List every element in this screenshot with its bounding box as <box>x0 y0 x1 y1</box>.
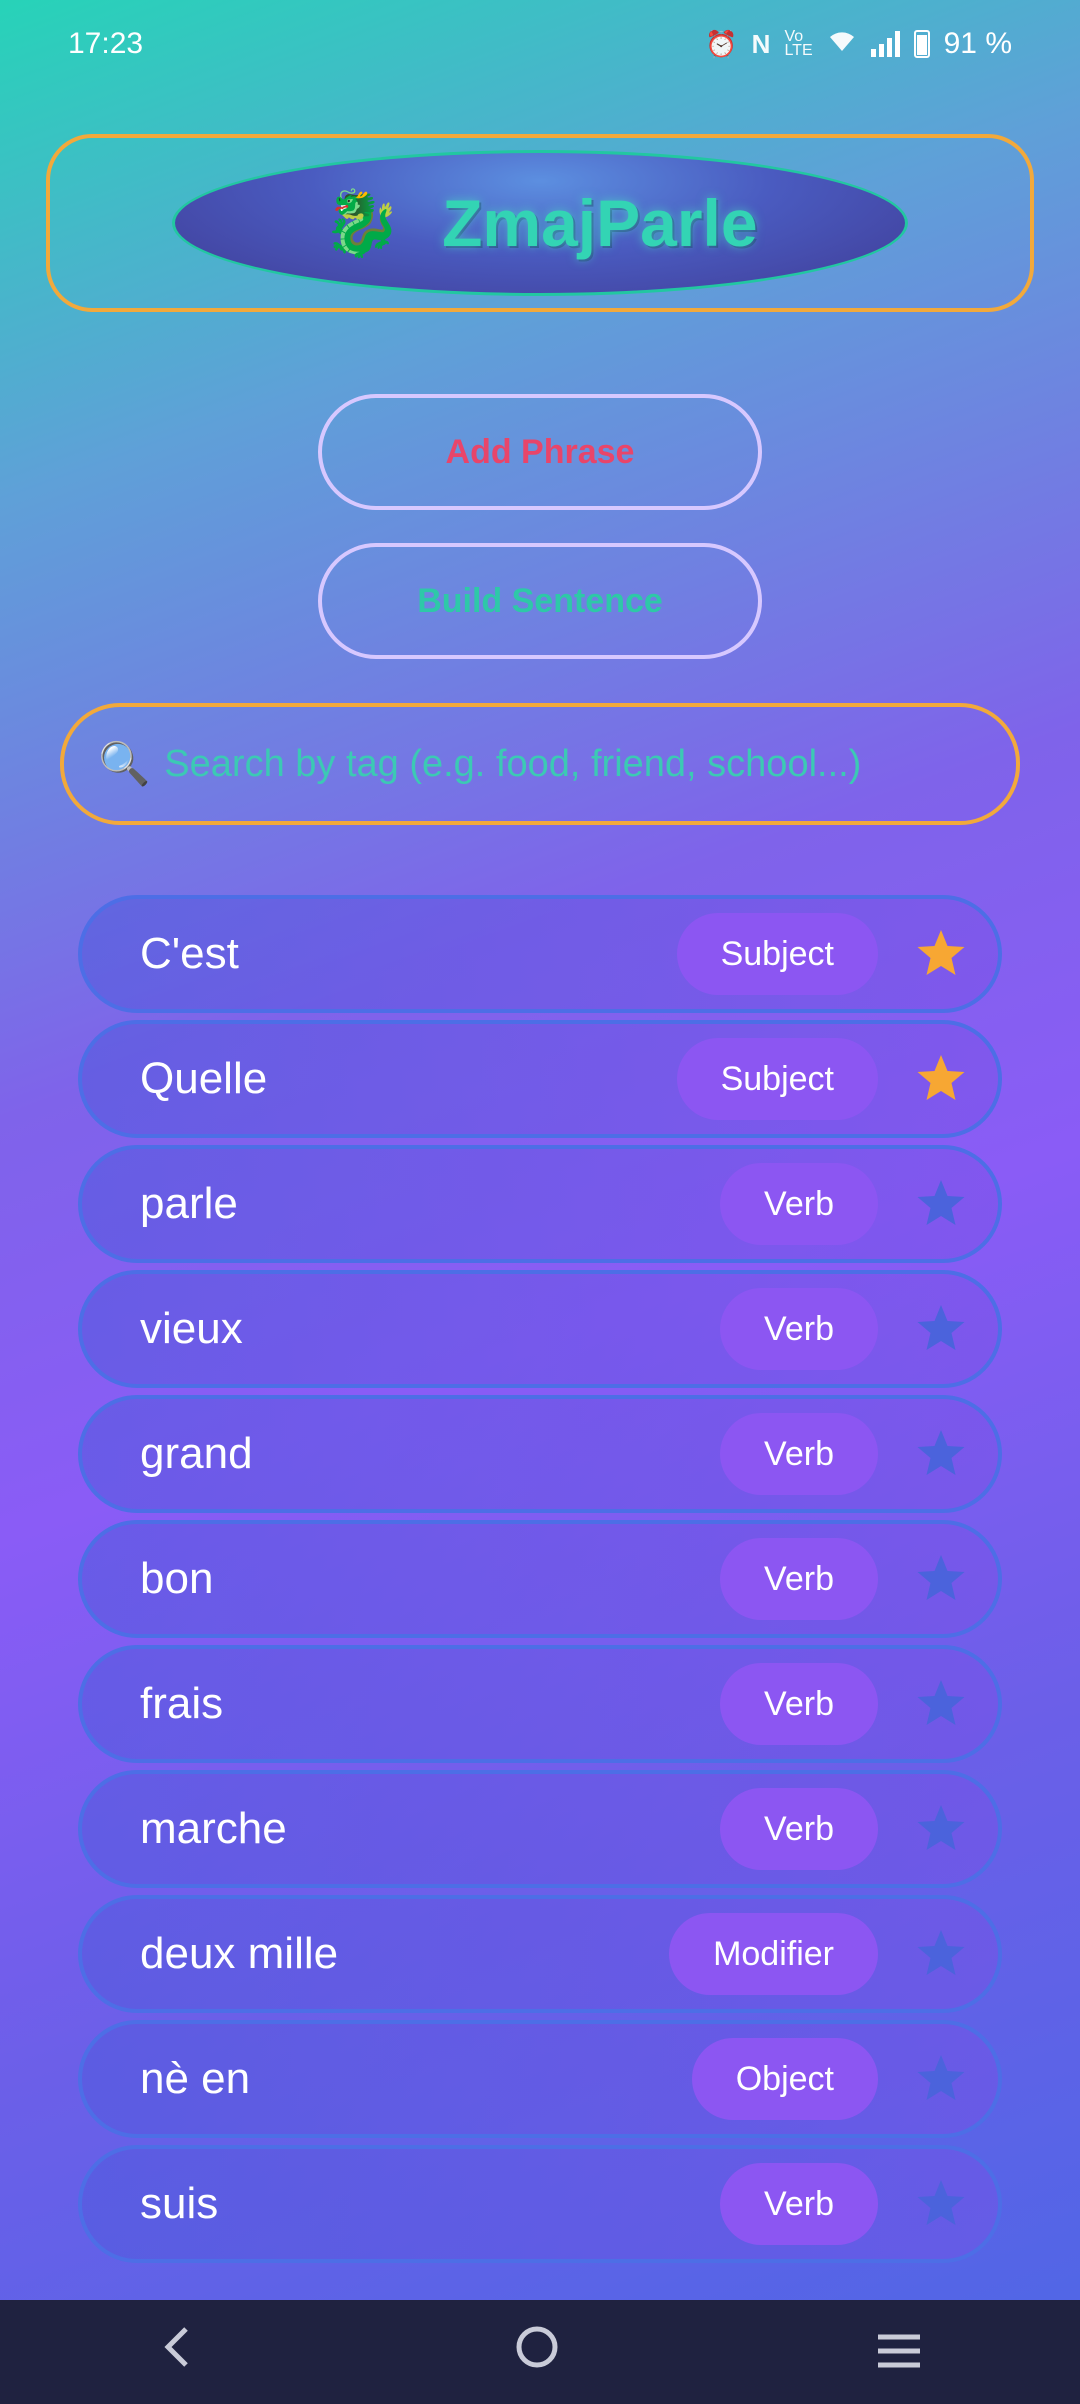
phrase-row[interactable]: grand Verb <box>78 1395 1002 1513</box>
tag-badge: Object <box>691 2038 878 2120</box>
tag-badge: Subject <box>676 1038 878 1120</box>
phrase-text: frais <box>140 1679 224 1728</box>
tag-badge: Verb <box>720 1288 878 1370</box>
favorite-star-icon[interactable] <box>914 1677 968 1731</box>
favorite-star-icon[interactable] <box>914 1302 968 1356</box>
status-icons: ⏰ N Vo LTE 91 % <box>705 27 1012 61</box>
phrase-text: marche <box>140 1804 287 1853</box>
search-icon: 🔍 <box>98 739 151 787</box>
phrase-row[interactable]: parle Verb <box>78 1145 1002 1263</box>
phrase-row[interactable]: suis Verb <box>78 2145 1002 2263</box>
phrase-text: deux mille <box>140 1929 339 1978</box>
favorite-star-icon[interactable] <box>914 2052 968 2106</box>
favorite-star-icon[interactable] <box>914 1052 968 1106</box>
status-bar: 17:23 ⏰ N Vo LTE 91 % <box>0 0 1080 88</box>
volte-icon: Vo LTE <box>784 28 813 59</box>
phrase-text: Quelle <box>140 1054 268 1103</box>
tag-badge: Verb <box>720 1663 878 1745</box>
favorite-star-icon[interactable] <box>914 2177 968 2231</box>
favorite-star-icon[interactable] <box>914 1802 968 1856</box>
tag-badge: Modifier <box>669 1913 878 1995</box>
favorite-star-icon[interactable] <box>914 1427 968 1481</box>
phrase-row[interactable]: Quelle Subject <box>78 1020 1002 1138</box>
phrase-row[interactable]: bon Verb <box>78 1520 1002 1638</box>
phrase-text: parle <box>140 1179 238 1228</box>
alarm-icon: ⏰ <box>705 28 738 59</box>
phrase-row[interactable]: C'est Subject <box>78 895 1002 1013</box>
home-icon[interactable] <box>515 2323 559 2381</box>
phrase-text: vieux <box>140 1304 243 1353</box>
tag-badge: Subject <box>676 913 878 995</box>
phrase-text: bon <box>140 1554 214 1603</box>
phrase-text: nè en <box>140 2054 251 2103</box>
app-title: ZmajParle <box>442 186 758 260</box>
logo-badge: 🐉 ZmajParle <box>172 150 908 296</box>
tag-badge: Verb <box>720 1413 878 1495</box>
search-input[interactable] <box>162 741 987 787</box>
build-sentence-button[interactable]: Build Sentence <box>318 543 762 659</box>
phrase-row[interactable]: marche Verb <box>78 1770 1002 1888</box>
search-bar[interactable]: 🔍 <box>60 703 1020 825</box>
add-phrase-button[interactable]: Add Phrase <box>318 394 762 510</box>
signal-icon <box>870 31 900 57</box>
tag-badge: Verb <box>720 1788 878 1870</box>
phrase-row[interactable]: nè en Object <box>78 2020 1002 2138</box>
battery-icon <box>913 30 930 58</box>
nfc-icon: N <box>751 28 771 59</box>
status-time: 17:23 <box>68 27 144 60</box>
favorite-star-icon[interactable] <box>914 1927 968 1981</box>
phrase-text: grand <box>140 1429 253 1478</box>
favorite-star-icon[interactable] <box>914 1177 968 1231</box>
tag-badge: Verb <box>720 1163 878 1245</box>
tag-badge: Verb <box>720 1538 878 1620</box>
system-nav-bar <box>0 2300 1080 2404</box>
recents-icon[interactable] <box>876 2323 922 2381</box>
tag-badge: Verb <box>720 2163 878 2245</box>
phrase-text: suis <box>140 2179 219 2228</box>
app-header: 🐉 ZmajParle <box>46 134 1034 312</box>
favorite-star-icon[interactable] <box>914 927 968 981</box>
phrase-row[interactable]: vieux Verb <box>78 1270 1002 1388</box>
favorite-star-icon[interactable] <box>914 1552 968 1606</box>
dragon-icon: 🐉 <box>322 186 403 259</box>
wifi-icon <box>827 29 857 60</box>
phrase-row[interactable]: frais Verb <box>78 1645 1002 1763</box>
phrase-row[interactable]: deux mille Modifier <box>78 1895 1002 2013</box>
back-icon[interactable] <box>158 2323 198 2381</box>
battery-text: 91 % <box>943 27 1012 60</box>
phrase-text: C'est <box>140 929 239 978</box>
phrase-list: C'est Subject Quelle Subject parle Verb vieux V… <box>78 895 1002 2270</box>
